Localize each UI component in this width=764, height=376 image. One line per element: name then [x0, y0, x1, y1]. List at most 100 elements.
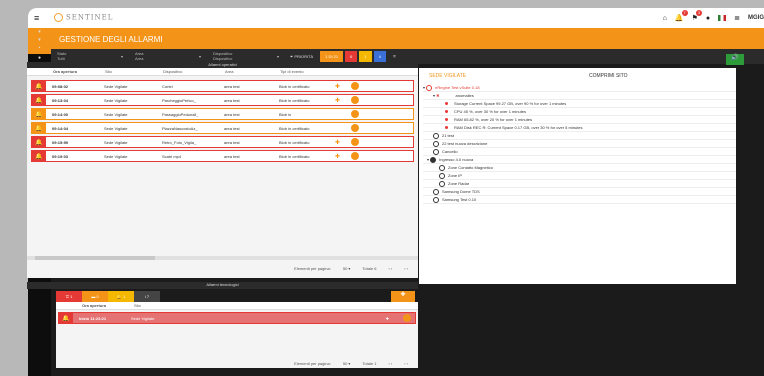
tree-node[interactable]: Zone Contatto Magnetico [423, 164, 736, 172]
sound-icon[interactable]: 🔊 [726, 54, 744, 65]
per-page-value: 50 [342, 265, 348, 271]
shield-icon[interactable]: ⛨ [388, 51, 401, 62]
table-row[interactable]: 🔔 09:14:04 Sede Vigilate PiazzaNascostoA… [31, 122, 414, 134]
view-button[interactable] [351, 152, 359, 160]
prev-page-icon[interactable]: ‹ ‹ [388, 266, 392, 271]
tree-node[interactable]: Samsung Test 0.10 [423, 196, 736, 204]
expand-icon[interactable]: ▾ [427, 157, 429, 162]
zone-icon [439, 180, 445, 187]
assign-icon[interactable]: ✚ [386, 316, 389, 321]
area-filter[interactable]: Area Area ▾ [129, 51, 203, 63]
col-site[interactable]: Sito [134, 303, 192, 308]
tab-tech-1[interactable]: ⛫ 1 [56, 291, 82, 302]
menu-icon[interactable]: ≣ [734, 14, 740, 22]
tree-node[interactable]: Storage Current Space 99.27 GB, over 90 … [423, 100, 736, 108]
cell-area: area test [224, 111, 240, 117]
next-page-icon[interactable]: › › [404, 266, 408, 271]
count-yellow-button[interactable]: 1 [359, 51, 372, 62]
tree-node[interactable]: RAM 65.82 %, over 20 % for over 1 minute… [423, 116, 736, 124]
sidebar-item-2[interactable]: ▾ [28, 36, 51, 44]
sidebar-item-3[interactable]: ▪ [28, 44, 51, 52]
cell-time: Inizio 11:23:21 [79, 315, 107, 321]
horizontal-scrollbar[interactable] [27, 256, 418, 260]
count-blue: 4 [378, 54, 381, 59]
tab-tech-2-count: 0 [96, 294, 99, 299]
tree-node[interactable]: CPU 45 %, over 30 % for over 1 minutes [423, 108, 736, 116]
cell-event: Blob in certificato [279, 153, 310, 159]
count-red-button[interactable]: 6 [345, 51, 358, 62]
tree-node[interactable]: ▾ eRegine Test vSuite 0.18 [423, 84, 736, 92]
priority-button[interactable]: ⏷ PRIORITÀ [285, 51, 318, 62]
count-orange-button[interactable]: 1 DI 21 [320, 51, 344, 62]
hamburger-icon[interactable]: ≡ [34, 13, 39, 23]
tree-node[interactable]: Cancello [423, 148, 736, 156]
camera-icon [433, 188, 439, 195]
per-page-select[interactable]: 50 ▾ [343, 361, 351, 366]
table-row[interactable]: 🔔 09:15:59 Sede Vigilate Retro_Foto_Vigi… [31, 136, 414, 148]
col-area[interactable]: Area [225, 69, 280, 74]
assign-icon[interactable]: ✚ [335, 83, 345, 90]
view-button[interactable] [351, 96, 359, 104]
alarms-panel: Ora apertura Sito Dispositivo Area Tipi … [27, 68, 418, 278]
tab-sede-vigilate[interactable]: SEDE VIGILATE [419, 73, 589, 79]
next-page-icon[interactable]: › › [404, 361, 408, 366]
alert-icon[interactable]: ⚑ 3 [692, 10, 702, 22]
view-button[interactable] [351, 82, 359, 90]
device-filter-value: Dispositivo [213, 55, 233, 61]
tab-tech-3[interactable]: 🔔 1 [108, 291, 134, 302]
tab-tech-4[interactable]: i 7 [134, 291, 160, 302]
expand-icon[interactable]: ▾ [433, 93, 435, 98]
tree-node[interactable]: Samsung Dome TDS [423, 188, 736, 196]
sidebar-item-1[interactable]: ▾ [28, 28, 51, 36]
table-row[interactable]: 🔔 Inizio 11:23:21 Sede Vigilate ✚ [58, 312, 416, 324]
col-event[interactable]: Tipi di evento [280, 69, 332, 74]
table-row[interactable]: 🔔 09:19:03 Sede Vigilate Scatri mp4 area… [31, 150, 414, 162]
device-filter[interactable]: Dispositivo Dispositivo ▾ [207, 51, 281, 63]
sidebar-item-4[interactable]: ● [28, 54, 51, 62]
col-device[interactable]: Dispositivo [163, 69, 225, 74]
alarms-table-header: Ora apertura Sito Dispositivo Area Tipi … [27, 68, 418, 76]
tree-node[interactable]: ▾ ✖ anomalies [423, 92, 736, 100]
tree-node-label: RAM 65.82 %, over 20 % for over 1 minute… [454, 117, 533, 122]
tree-node[interactable]: Zone IP [423, 172, 736, 180]
user-icon[interactable]: ● [706, 15, 710, 22]
cell-event: Blob in certificato [279, 139, 310, 145]
view-button[interactable] [351, 124, 359, 132]
tree-node[interactable]: 22 test nuova descrizione [423, 140, 736, 148]
col-site[interactable]: Sito [105, 69, 163, 74]
col-time[interactable]: Ora apertura [82, 303, 134, 308]
table-row[interactable]: 🔔 09:08:02 Sede Vigilate Cortei area tes… [31, 80, 414, 92]
col-time[interactable]: Ora apertura [53, 69, 105, 74]
scrollbar-thumb[interactable] [35, 256, 155, 260]
assign-icon[interactable]: ✚ [335, 97, 345, 104]
bell-icon[interactable]: 🔔 7 [675, 10, 688, 22]
tree-node[interactable]: RAM Disk REC R: Current Space 0.17 GB, o… [423, 124, 736, 132]
assign-icon[interactable]: ✚ [335, 139, 345, 146]
view-button[interactable] [351, 110, 359, 118]
tree-node-label: Cancello [442, 149, 458, 154]
cell-time: 09:14:00 [52, 111, 69, 117]
table-row[interactable]: 🔔 09:13:04 Sede Vigilate ParcheggioPeric… [31, 94, 414, 106]
assign-icon[interactable]: ✚ [335, 153, 345, 160]
language-flag-icon[interactable] [718, 15, 727, 21]
view-button[interactable] [351, 138, 359, 146]
tree-node[interactable]: ▾ Ingresso 4.0 nuova [423, 156, 736, 164]
tab-tech-2[interactable]: ▬ 0 [82, 291, 108, 302]
home-icon[interactable]: ⌂ [663, 15, 667, 22]
cell-device: Scatri mp4 [162, 153, 182, 159]
tree-node-label: Zone IP [448, 173, 463, 178]
prev-page-icon[interactable]: ‹ ‹ [388, 361, 392, 366]
site-tabs: SEDE VIGILATE COMPRIMI SITO [419, 68, 736, 84]
expand-icon[interactable]: ▾ [423, 85, 425, 90]
collapse-site-button[interactable]: COMPRIMI SITO [589, 73, 628, 79]
view-button[interactable] [403, 314, 411, 322]
table-row[interactable]: 🔔 09:14:00 Sede Vigilate PassaggioPedona… [31, 108, 414, 120]
cell-area: area test [224, 139, 240, 145]
per-page-select[interactable]: 50 ▾ [343, 266, 351, 271]
count-blue-button[interactable]: 4 [373, 51, 386, 62]
assign-button[interactable]: ✚ [391, 291, 415, 302]
tree-node[interactable]: 21 test [423, 132, 736, 140]
tree-node[interactable]: Zone Radar [423, 180, 736, 188]
status-filter[interactable]: Stato Tutti ▾ [51, 51, 125, 63]
tech-list: 🔔 Inizio 11:23:21 Sede Vigilate ✚ [56, 310, 418, 326]
